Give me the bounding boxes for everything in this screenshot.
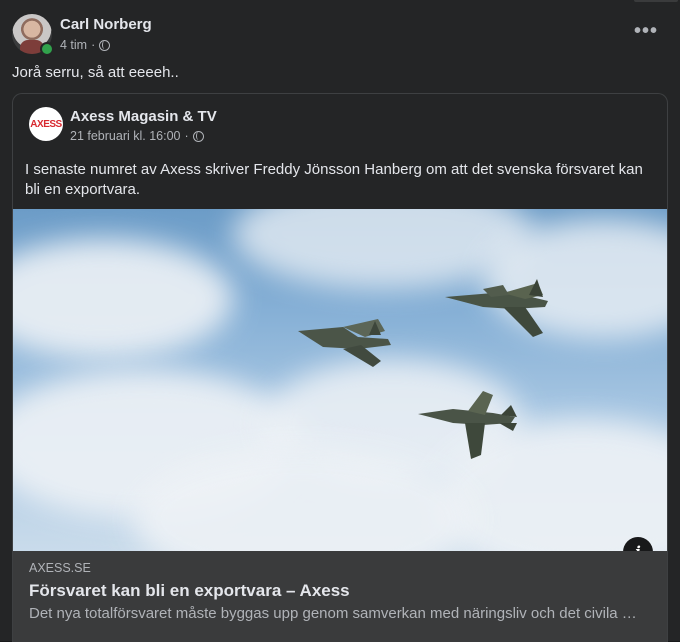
jet-right (445, 279, 548, 337)
post-header: Carl Norberg 4 tim · ••• (12, 14, 668, 56)
top-edge-fragment (634, 0, 678, 2)
post-meta: 4 tim · (60, 38, 111, 52)
author-name[interactable]: Carl Norberg (60, 16, 152, 33)
jet-left (298, 319, 391, 367)
link-description: Det nya totalförsvaret måste byggas upp … (29, 606, 637, 622)
more-options-icon[interactable]: ••• (634, 21, 658, 41)
shared-date[interactable]: 21 februari kl. 16:00 (70, 129, 181, 143)
shared-post[interactable]: AXESS Axess Magasin & TV 21 februari kl.… (12, 93, 668, 642)
shared-meta: 21 februari kl. 16:00 · (70, 129, 204, 143)
link-domain: AXESS.SE (29, 561, 91, 575)
link-title[interactable]: Försvaret kan bli en exportvara – Axess (29, 581, 350, 601)
meta-separator: · (184, 129, 189, 143)
link-preview[interactable]: AXESS.SE Försvaret kan bli en exportvara… (13, 551, 667, 642)
online-status-dot (40, 42, 54, 56)
globe-icon[interactable] (99, 39, 111, 51)
post-card: Carl Norberg 4 tim · ••• Jorå serru, så … (0, 0, 680, 642)
post-time[interactable]: 4 tim (60, 38, 87, 52)
post-text: Jorå serru, så att eeeeh.. (12, 64, 179, 81)
globe-icon[interactable] (192, 130, 204, 142)
shared-page-name[interactable]: Axess Magasin & TV (70, 108, 217, 125)
jets-illustration (298, 279, 548, 459)
jet-bottom (418, 391, 517, 459)
page-logo[interactable]: AXESS (29, 107, 63, 141)
shared-text: I senaste numret av Axess skriver Freddy… (25, 161, 643, 198)
link-photo[interactable] (13, 209, 667, 551)
meta-separator: · (91, 38, 96, 52)
